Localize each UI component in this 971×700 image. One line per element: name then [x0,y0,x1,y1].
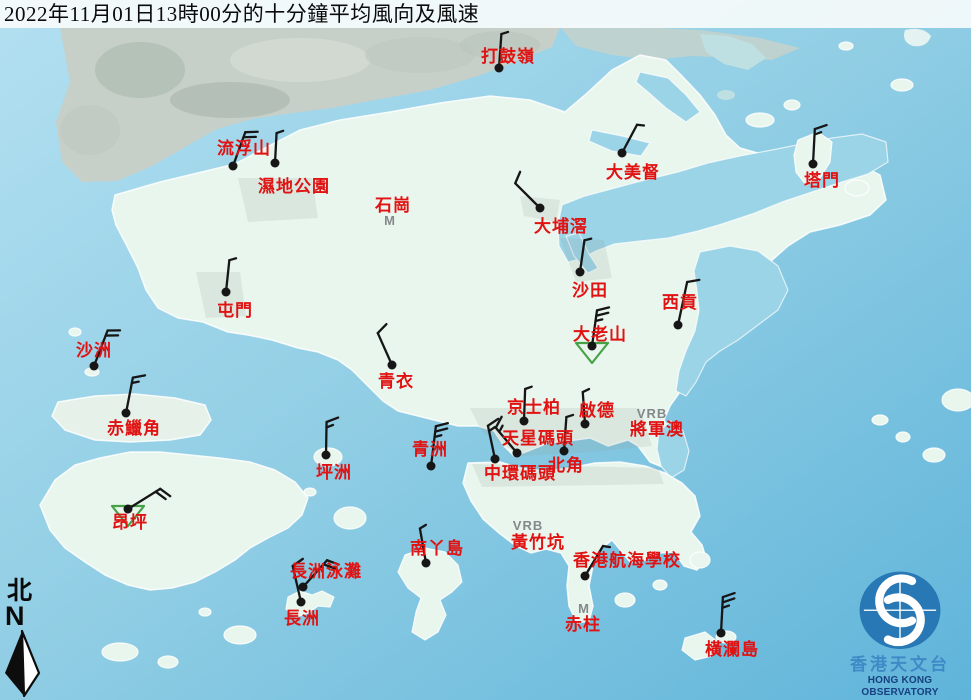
station-dot-sha-tin [576,268,585,277]
station-dot-cheung-chau-beach [299,583,308,592]
station-dot-hk-sea-school [581,572,590,581]
hko-logo: 香港天文台 HONG KONG OBSERVATORY [830,569,970,699]
station-dot-ngong-ping [124,505,133,514]
station-dot-lamma-island [422,559,431,568]
wind-barb-green-island [427,422,448,471]
wind-barb-peng-chau [322,417,339,459]
station-dot-sha-chau [90,362,99,371]
map-title: 2022年11月01日13時00分的十分鐘平均風向及風速 [4,1,479,27]
station-dot-kai-tak [581,420,590,429]
station-dot-tai-po-kau [536,204,545,213]
wind-barb-layer [0,0,971,700]
wind-barb-sai-kung [674,277,700,329]
wind-barb-tai-po-kau [512,172,548,213]
wind-barb-kai-tak [581,389,592,428]
hko-logo-icon [857,569,943,655]
station-dot-ta-kwu-ling [495,64,504,73]
wind-map-page: 打鼓嶺流浮山濕地公園石崗M大美督塔門大埔滘沙田屯門西貢沙洲大老山青衣赤鱲角京士柏… [0,0,971,700]
wind-barb-ngong-ping [112,486,170,526]
wind-barb-tates-cairn [576,306,609,363]
wind-barb-lau-fau-shan [229,128,258,171]
station-dot-star-ferry-pier [513,449,522,458]
wind-barb-ta-kwu-ling [495,31,509,72]
station-dot-cheung-chau [297,598,306,607]
wind-barb-tsing-yi [376,324,403,369]
station-dot-lau-fau-shan [229,162,238,171]
wind-barb-tuen-mun [222,258,237,297]
wind-barb-waglan-island [717,592,735,637]
north-compass: 北 N [3,579,47,698]
wind-barb-wetland-park [271,130,284,167]
station-dot-tuen-mun [222,288,231,297]
wind-barb-tai-mei-tuk [618,122,644,157]
wind-barb-cheung-chau-beach [299,557,339,595]
station-dot-wetland-park [271,159,280,168]
north-label-letter: N [5,604,47,628]
wind-barb-sha-tin [576,238,592,277]
station-dot-chek-lap-kok [122,409,131,418]
hko-logo-chinese: 香港天文台 [830,655,970,675]
hko-logo-english: HONG KONG OBSERVATORY [830,675,970,699]
station-dot-waglan-island [717,629,726,638]
station-dot-tsing-yi [388,361,397,370]
wind-barb-tap-mun [809,124,827,168]
station-dot-green-island [427,462,436,471]
station-dot-tates-cairn [588,342,597,351]
station-dot-tai-mei-tuk [618,149,627,158]
wind-barb-north-point [560,414,574,455]
station-dot-tap-mun [809,160,818,169]
title-bar: 2022年11月01日13時00分的十分鐘平均風向及風速 [0,0,971,28]
station-dot-peng-chau [322,451,331,460]
station-dot-north-point [560,447,569,456]
wind-barb-kings-park [520,386,532,425]
north-arrow-icon [3,628,43,698]
wind-barb-lamma-island [419,525,432,568]
wind-barb-sha-chau [90,326,121,370]
station-dot-sai-kung [674,321,683,330]
wind-barb-chek-lap-kok [122,373,146,417]
station-dot-central-pier [491,455,500,464]
wind-barb-hk-sea-school [581,544,610,581]
station-dot-kings-park [520,417,529,426]
